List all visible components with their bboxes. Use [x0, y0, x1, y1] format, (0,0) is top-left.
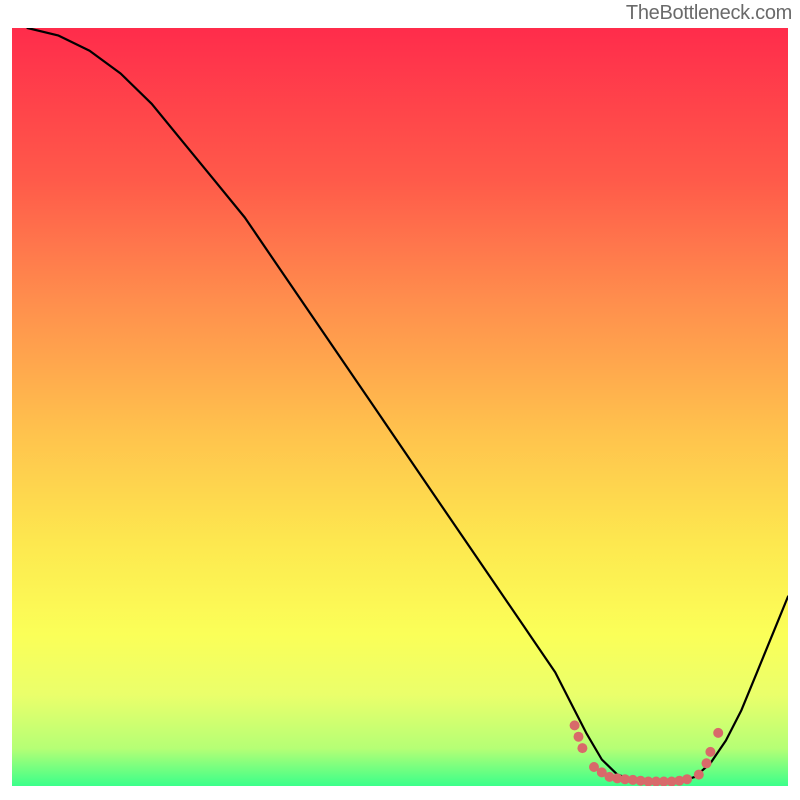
marker-dot: [570, 720, 580, 730]
marker-dot: [574, 732, 584, 742]
chart-plot-area: [12, 28, 788, 786]
marker-dot: [694, 770, 704, 780]
marker-dots: [570, 720, 724, 786]
marker-dot: [702, 758, 712, 768]
marker-dot: [713, 728, 723, 738]
watermark-text: TheBottleneck.com: [626, 2, 792, 25]
marker-dot: [705, 747, 715, 757]
chart-svg: [12, 28, 788, 786]
marker-dot: [577, 743, 587, 753]
marker-dot: [682, 774, 692, 784]
curve-line: [28, 28, 789, 782]
